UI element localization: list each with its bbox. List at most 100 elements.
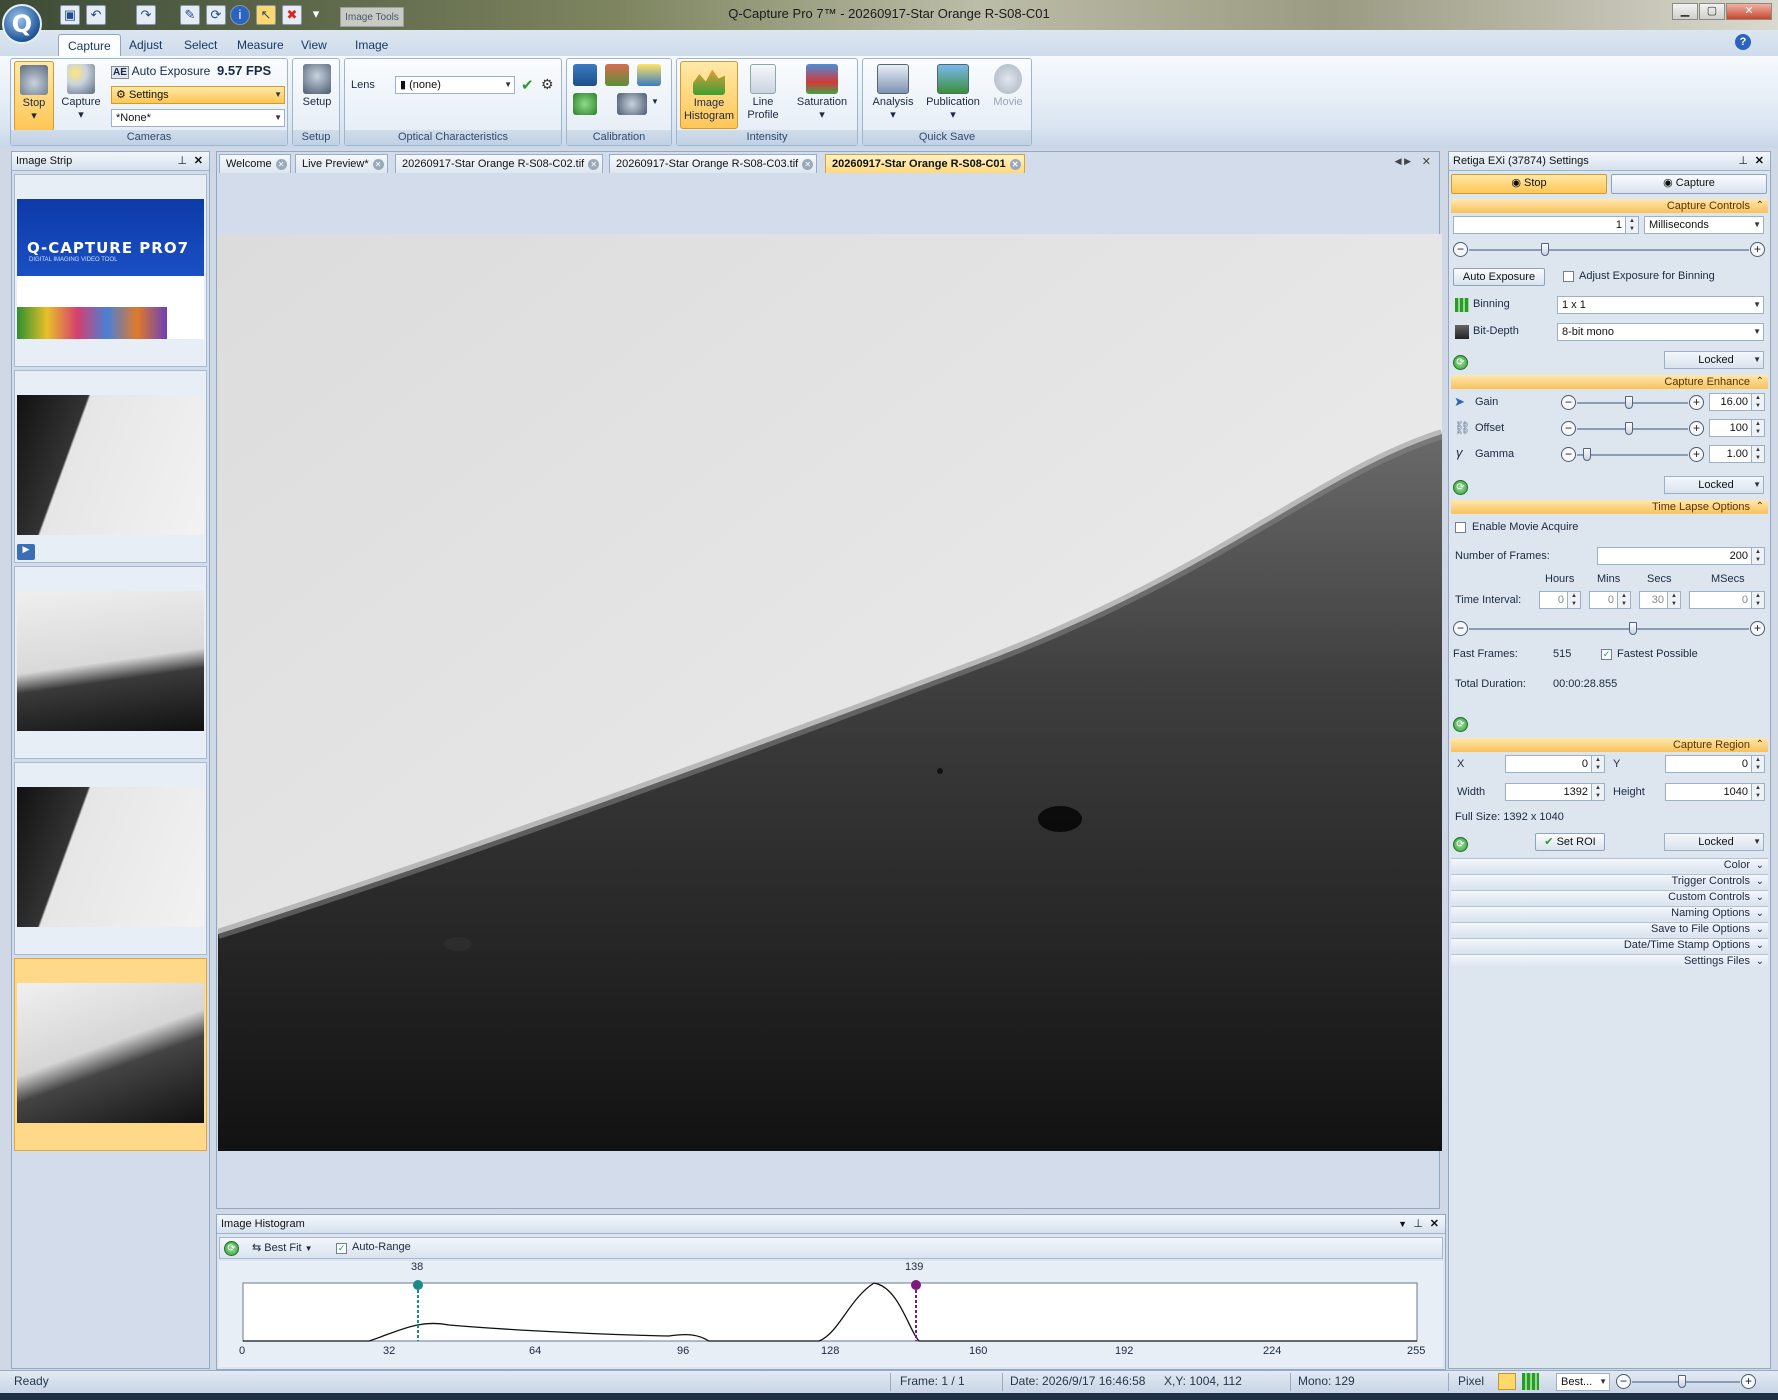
zoom-mode-dropdown[interactable]: Best... ▼ — [1556, 1373, 1610, 1391]
settings-close-icon[interactable]: ✕ — [1755, 152, 1764, 171]
histogram-pin-icon[interactable]: ⊥ — [1413, 1215, 1423, 1234]
height-spinner[interactable]: ▲ ▼ — [1751, 784, 1764, 800]
calibrate-blue-icon[interactable] — [573, 64, 597, 86]
tab-select[interactable]: Select — [175, 34, 226, 56]
doc-tab-welcome[interactable]: Welcome ✕ — [219, 154, 291, 173]
histogram-refresh-icon[interactable]: ⟳ — [224, 1241, 239, 1256]
capture-enhance-refresh-icon[interactable]: ⟳ — [1453, 480, 1468, 495]
hours-spinner[interactable]: ▲ ▼ — [1567, 592, 1580, 608]
tab-close-icon[interactable]: ✕ — [802, 159, 814, 170]
gain-spinner[interactable]: ▲ ▼ — [1751, 394, 1764, 410]
section-datetime-stamp[interactable]: Date/Time Stamp Options ⌄ — [1451, 938, 1768, 952]
interval-slider[interactable]: − + — [1453, 621, 1765, 637]
width-input[interactable]: 1392 ▲ ▼ — [1505, 783, 1605, 801]
bit-depth-dropdown[interactable]: 8-bit mono ▼ — [1557, 323, 1764, 341]
tab-capture[interactable]: Capture — [58, 34, 121, 56]
tab-close-icon[interactable]: ✕ — [372, 159, 384, 170]
thumb-live[interactable] — [14, 762, 207, 955]
publication-button[interactable]: Publication ▾ — [921, 61, 985, 129]
offset-input[interactable]: 100 ▲ ▼ — [1709, 419, 1765, 437]
capture-controls-header[interactable]: Capture Controls ⌃ — [1451, 199, 1768, 213]
image-histogram-button[interactable]: Image Histogram — [680, 61, 738, 129]
capture-enhance-lock-dropdown[interactable]: Locked ▼ — [1664, 476, 1764, 494]
histogram-chart[interactable]: 38 139 0 32 64 96 128 160 192 224 255 — [219, 1261, 1443, 1367]
image-viewport[interactable] — [218, 234, 1442, 1151]
exposure-spinner[interactable]: ▲ ▼ — [1625, 217, 1638, 233]
width-spinner[interactable]: ▲ ▼ — [1591, 784, 1604, 800]
pin-icon[interactable]: ⊥ — [177, 152, 187, 171]
movie-button[interactable]: Movie — [987, 61, 1029, 129]
gamma-input[interactable]: 1.00 ▲ ▼ — [1709, 445, 1765, 463]
offset-slider[interactable]: − + — [1561, 421, 1704, 437]
capture-enhance-header[interactable]: Capture Enhance ⌃ — [1451, 375, 1768, 389]
stop-button[interactable]: Stop ▾ — [14, 61, 54, 131]
calibrate-camera-icon[interactable] — [617, 93, 647, 115]
time-lapse-refresh-icon[interactable]: ⟳ — [1453, 717, 1468, 732]
gain-input[interactable]: 16.00 ▲ ▼ — [1709, 393, 1765, 411]
secs-input[interactable]: 30 ▲ ▼ — [1639, 591, 1681, 609]
histogram-menu-icon[interactable]: ▼ — [1398, 1215, 1407, 1234]
thumb-c01[interactable] — [14, 958, 207, 1151]
auto-exposure-button[interactable]: AE Auto Exposure — [111, 64, 210, 79]
time-lapse-header[interactable]: Time Lapse Options ⌃ — [1451, 500, 1768, 514]
doc-tab-live-preview[interactable]: Live Preview* ✕ — [295, 154, 388, 173]
settings-stop-button[interactable]: ◉ Stop — [1451, 174, 1607, 194]
maximize-button[interactable]: ▢ — [1699, 3, 1725, 20]
height-input[interactable]: 1040 ▲ ▼ — [1665, 783, 1765, 801]
gamma-slider[interactable]: − + — [1561, 447, 1704, 463]
thumb-splash[interactable]: Q-CAPTURE PRO7 DIGITAL IMAGING VIDEO TOO… — [14, 174, 207, 367]
mins-spinner[interactable]: ▲ ▼ — [1617, 592, 1630, 608]
section-naming-options[interactable]: Naming Options ⌄ — [1451, 906, 1768, 920]
settings-dropdown[interactable]: ⚙ Settings ▼ — [111, 86, 285, 104]
analysis-button[interactable]: Analysis ▾ — [867, 61, 919, 129]
enable-movie-checkbox[interactable] — [1455, 522, 1466, 533]
y-input[interactable]: 0 ▲ ▼ — [1665, 755, 1765, 773]
y-spinner[interactable]: ▲ ▼ — [1751, 756, 1764, 772]
lens-settings-icon[interactable]: ⚙ — [541, 76, 554, 93]
tab-adjust[interactable]: Adjust — [120, 34, 171, 56]
binning-dropdown[interactable]: 1 x 1 ▼ — [1557, 296, 1764, 314]
doc-close-icon[interactable]: ✕ — [1422, 155, 1431, 168]
x-spinner[interactable]: ▲ ▼ — [1591, 756, 1604, 772]
calibrate-ruler-icon[interactable] — [637, 64, 661, 86]
section-color[interactable]: Color ⌄ — [1451, 858, 1768, 872]
tab-image[interactable]: Image — [346, 34, 397, 56]
tab-measure[interactable]: Measure — [228, 34, 293, 56]
saturation-button[interactable]: Saturation ▾ — [789, 61, 855, 129]
help-icon[interactable]: ? — [1735, 34, 1751, 50]
setup-button[interactable]: Setup — [297, 61, 337, 131]
exposure-input[interactable]: 1 ▲ ▼ — [1453, 216, 1639, 234]
settings-capture-button[interactable]: ◉ Capture — [1611, 174, 1767, 194]
secs-spinner[interactable]: ▲ ▼ — [1667, 592, 1680, 608]
gain-slider[interactable]: − + — [1561, 395, 1704, 411]
calibrate-refresh-icon[interactable] — [573, 93, 597, 115]
line-profile-button[interactable]: Line Profile — [741, 61, 785, 129]
calibrate-color-icon[interactable] — [605, 64, 629, 86]
capture-region-header[interactable]: Capture Region ⌃ — [1451, 738, 1768, 752]
tab-close-icon[interactable]: ✕ — [588, 159, 600, 170]
section-save-to-file[interactable]: Save to File Options ⌄ — [1451, 922, 1768, 936]
calibrate-dropdown-icon[interactable]: ▼ — [651, 97, 659, 106]
apply-check-icon[interactable]: ✔ — [521, 76, 534, 94]
auto-exposure-button[interactable]: Auto Exposure — [1453, 268, 1545, 286]
close-button[interactable]: ✕ — [1726, 3, 1772, 20]
capture-region-lock-dropdown[interactable]: Locked ▼ — [1664, 833, 1764, 851]
capture-region-refresh-icon[interactable]: ⟳ — [1453, 837, 1468, 852]
fastest-possible-checkbox[interactable]: ✓ — [1601, 649, 1612, 660]
msecs-input[interactable]: 0 ▲ ▼ — [1689, 591, 1765, 609]
hours-input[interactable]: 0 ▲ ▼ — [1539, 591, 1581, 609]
gamma-spinner[interactable]: ▲ ▼ — [1751, 446, 1764, 462]
histogram-close-icon[interactable]: ✕ — [1430, 1215, 1439, 1234]
frames-input[interactable]: 200 ▲ ▼ — [1597, 547, 1765, 565]
doc-tab-c01[interactable]: 20260917-Star Orange R-S08-C01 ✕ — [825, 154, 1025, 173]
section-trigger-controls[interactable]: Trigger Controls ⌄ — [1451, 874, 1768, 888]
thumb-c02[interactable] — [14, 566, 207, 759]
capture-button[interactable]: Capture ▾ — [59, 61, 103, 131]
frames-spinner[interactable]: ▲ ▼ — [1751, 548, 1764, 564]
offset-spinner[interactable]: ▲ ▼ — [1751, 420, 1764, 436]
lens-dropdown[interactable]: ▮ (none) ▼ — [395, 76, 515, 94]
tab-scroll-icon[interactable]: ◀ ▶ — [1395, 156, 1411, 167]
tab-view[interactable]: View — [292, 34, 336, 56]
app-menu-button[interactable]: Q — [2, 4, 42, 44]
zoom-fit-icon[interactable] — [1498, 1373, 1516, 1390]
